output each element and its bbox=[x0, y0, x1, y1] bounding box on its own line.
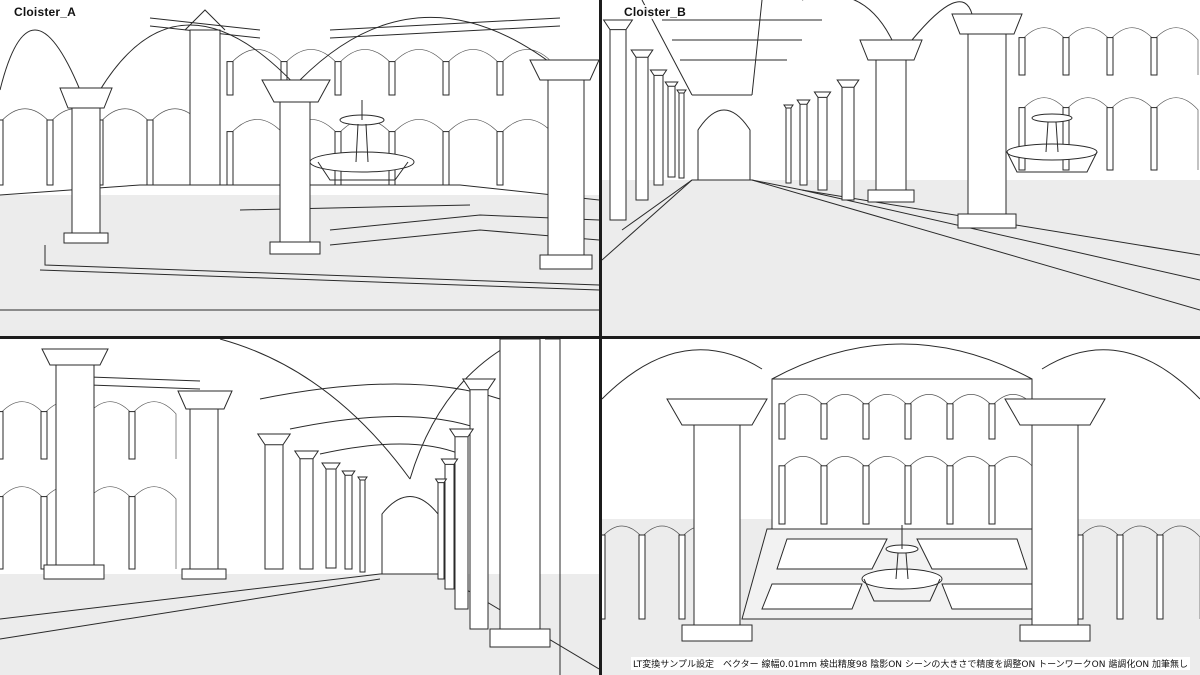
cloister-a-label: Cloister_A bbox=[12, 5, 79, 19]
panel-grid: Cloister_A Cloister_B LT変換サンプル設定 ベクター 線幅… bbox=[0, 0, 1200, 675]
courtyard-lineart bbox=[602, 343, 1200, 675]
cloister-a-panel: Cloister_A bbox=[0, 0, 599, 336]
courtyard-panel: LT変換サンプル設定 ベクター 線幅0.01mm 検出精度98 陰影ON シーン… bbox=[602, 339, 1200, 675]
cloister-b-panel: Cloister_B bbox=[602, 0, 1200, 336]
cloister-b-label: Cloister_B bbox=[622, 5, 689, 19]
cloister-a-lineart bbox=[0, 9, 599, 336]
corridor-lineart bbox=[0, 339, 599, 675]
corridor-panel bbox=[0, 339, 599, 675]
conversion-settings-caption: LT変換サンプル設定 ベクター 線幅0.01mm 検出精度98 陰影ON シーン… bbox=[630, 657, 1190, 670]
cloister-b-lineart bbox=[602, 0, 1200, 336]
